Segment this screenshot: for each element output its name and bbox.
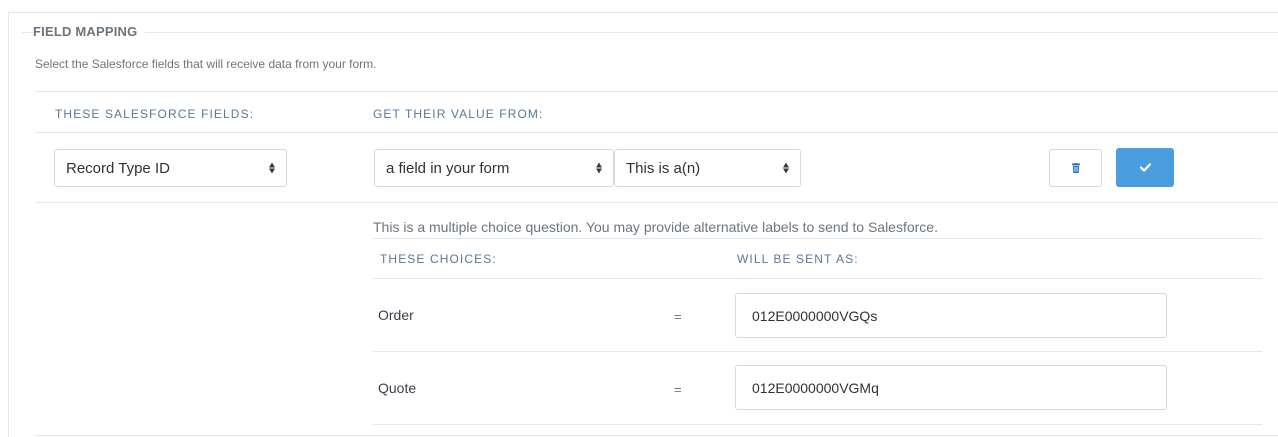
equals-sign: = (674, 309, 682, 324)
trash-icon (1071, 163, 1080, 173)
column-header-salesforce-fields: THESE SALESFORCE FIELDS: (55, 107, 255, 121)
divider (35, 435, 1278, 436)
column-header-sent-as: WILL BE SENT AS: (737, 252, 859, 266)
divider (373, 278, 1262, 279)
divider (373, 351, 1262, 352)
sent-as-input-quote[interactable]: 012E0000000VGMq (735, 365, 1167, 410)
section-description: Select the Salesforce fields that will r… (35, 57, 377, 71)
section-legend: FIELD MAPPING (33, 24, 146, 39)
divider (373, 424, 1262, 425)
equals-sign: = (674, 382, 682, 397)
column-header-value-from: GET THEIR VALUE FROM: (373, 107, 544, 121)
column-header-choices: THESE CHOICES: (380, 252, 497, 266)
source-field-select[interactable]: This is a(n) (614, 149, 801, 187)
sent-as-value-order: 012E0000000VGQs (752, 307, 878, 324)
divider (35, 202, 1278, 203)
choice-label-order: Order (378, 307, 414, 323)
select-arrows-icon (269, 162, 275, 174)
confirm-mapping-button[interactable] (1116, 148, 1174, 187)
divider (35, 132, 1278, 133)
select-arrows-icon (783, 162, 789, 174)
multiple-choice-note: This is a multiple choice question. You … (373, 219, 938, 235)
choice-label-quote: Quote (378, 380, 417, 396)
delete-mapping-button[interactable] (1049, 149, 1102, 187)
frame-top-border (8, 12, 1278, 13)
salesforce-field-value: Record Type ID (66, 159, 170, 177)
select-arrows-icon (596, 162, 602, 174)
divider (373, 238, 1262, 239)
sent-as-input-order[interactable]: 012E0000000VGQs (735, 293, 1167, 338)
source-field-value: This is a(n) (626, 159, 701, 177)
divider (35, 91, 1278, 92)
salesforce-field-select[interactable]: Record Type ID (54, 149, 287, 187)
legend-divider (22, 32, 1278, 33)
source-type-select[interactable]: a field in your form (374, 149, 614, 187)
check-icon (1139, 163, 1151, 172)
frame-left-border (8, 12, 9, 437)
source-type-value: a field in your form (386, 159, 510, 177)
sent-as-value-quote: 012E0000000VGMq (752, 379, 879, 396)
